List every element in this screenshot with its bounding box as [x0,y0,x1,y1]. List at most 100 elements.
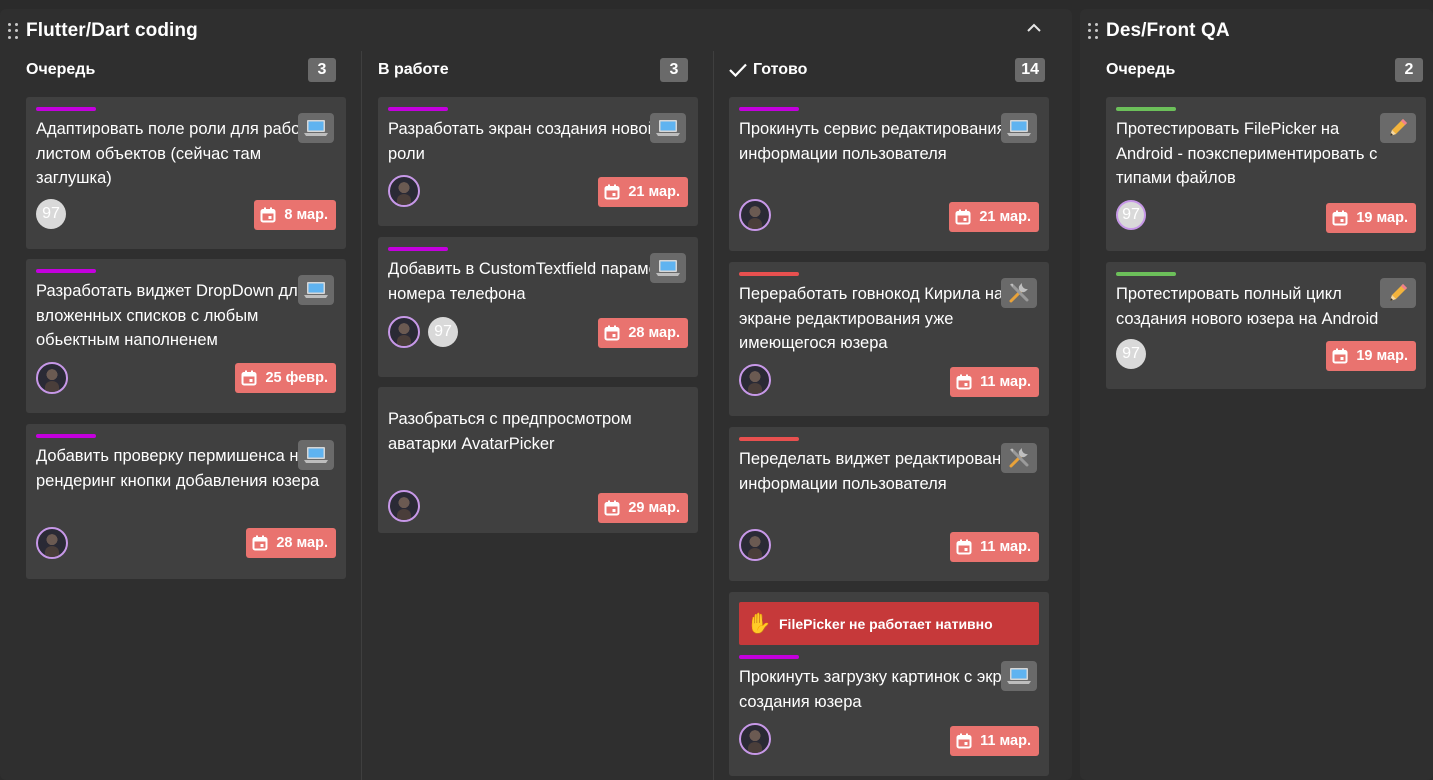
avatar[interactable] [388,490,420,522]
column-title: Очередь [26,61,96,78]
avatar[interactable] [739,529,771,561]
tools-icon [1001,278,1037,308]
calendar-icon [604,184,620,200]
task-card[interactable]: Адаптировать поле роли для работы с лист… [26,97,346,249]
label-tag [36,269,96,273]
column-title: Готово [753,61,808,78]
due-date-badge[interactable]: 8 мар. [254,200,336,230]
checkmark-icon [729,63,747,77]
due-date: 28 мар. [628,325,680,341]
due-date-badge[interactable]: 28 мар. [598,318,688,348]
card-title: Протестировать полный цикл создания ново… [1116,285,1379,328]
avatar[interactable] [739,199,771,231]
raised-hand-icon: ✋ [746,613,772,635]
task-card[interactable]: Добавить проверку пермишенса на рендерин… [26,424,346,579]
blocker-banner: ✋ FilePicker не работает нативно [739,602,1039,645]
column-count-badge: 3 [308,58,336,82]
card-title: Прокинуть сервис редактирования информац… [739,120,1006,163]
task-card[interactable]: Разобраться с предпросмотром аватарки Av… [378,387,698,533]
calendar-icon [955,209,971,225]
column-count-badge: 2 [1395,58,1423,82]
laptop-icon [1001,113,1037,143]
card-title: Переработать говнокод Кирила на экране р… [739,285,1004,352]
label-tag [388,107,448,111]
due-date: 11 мар. [980,539,1031,555]
label-tag [1116,272,1176,276]
column-done: Готово 14 Прокинуть сервис редактировани… [703,9,1072,780]
card-title: Прокинуть загрузку картинок с экрана соз… [739,668,1030,711]
calendar-icon [1332,210,1348,226]
due-date: 19 мар. [1356,348,1408,364]
assignee-badge[interactable]: 97 [1116,200,1146,230]
laptop-icon [1001,661,1037,691]
calendar-icon [260,207,276,223]
label-tag [36,107,96,111]
column-header: Очередь 3 [26,58,336,82]
due-date-badge[interactable]: 25 февр. [235,363,336,393]
calendar-icon [241,370,257,386]
column-header: В работе 3 [378,58,688,82]
label-tag [739,272,799,276]
due-date-badge[interactable]: 11 мар. [950,367,1039,397]
avatar[interactable] [739,364,771,396]
label-tag [1116,107,1176,111]
avatar[interactable] [388,316,420,348]
laptop-icon [298,275,334,305]
pencil-icon [1380,278,1416,308]
calendar-icon [956,374,972,390]
due-date-badge[interactable]: 19 мар. [1326,341,1416,371]
due-date: 11 мар. [980,374,1031,390]
laptop-icon [298,440,334,470]
task-card[interactable]: ✋ FilePicker не работает нативно Прокину… [729,592,1049,776]
task-card[interactable]: Переделать виджет редактирования информа… [729,427,1049,581]
calendar-icon [252,535,268,551]
task-card[interactable]: Добавить в CustomTextfield параметр номе… [378,237,698,377]
due-date-badge[interactable]: 19 мар. [1326,203,1416,233]
pencil-icon [1380,113,1416,143]
due-date-badge[interactable]: 28 мар. [246,528,336,558]
column-count-badge: 14 [1015,58,1045,82]
avatar[interactable] [36,362,68,394]
task-card[interactable]: Разработать виджет DropDown для вложенны… [26,259,346,413]
card-title: Добавить проверку пермишенса на рендерин… [36,447,320,490]
calendar-icon [604,500,620,516]
avatar[interactable] [739,723,771,755]
column-title-wrap: Готово [729,61,807,79]
label-tag [739,655,799,659]
column-title: Очередь [1106,61,1176,78]
label-tag [36,434,96,438]
due-date: 28 мар. [276,535,328,551]
due-date-badge[interactable]: 11 мар. [950,532,1039,562]
task-card[interactable]: Разработать экран создания новой роли 21… [378,97,698,226]
card-title: Адаптировать поле роли для работы с лист… [36,120,333,187]
column-in-progress: В работе 3 Разработать экран создания но… [352,9,714,780]
task-card[interactable]: Прокинуть сервис редактирования информац… [729,97,1049,251]
due-date: 19 мар. [1356,210,1408,226]
board-des-front-qa: Des/Front QA Очередь 2 Протестировать Fi… [1080,9,1433,780]
avatar[interactable] [36,527,68,559]
label-tag [739,437,799,441]
due-date: 11 мар. [980,733,1031,749]
due-date-badge[interactable]: 11 мар. [950,726,1039,756]
task-card[interactable]: Протестировать FilePicker на Android - п… [1106,97,1426,251]
due-date-badge[interactable]: 21 мар. [598,177,688,207]
due-date-badge[interactable]: 21 мар. [949,202,1039,232]
card-title: Разработать экран создания новой роли [388,120,657,163]
column-header: Очередь 2 [1106,58,1423,82]
column-count-badge: 3 [660,58,688,82]
blocker-text: FilePicker не работает нативно [779,615,993,632]
column-queue: Очередь 2 Протестировать FilePicker на A… [1080,9,1433,780]
label-tag [739,107,799,111]
task-card[interactable]: Протестировать полный цикл создания ново… [1106,262,1426,389]
laptop-icon [650,113,686,143]
due-date: 21 мар. [979,209,1031,225]
avatar[interactable] [388,175,420,207]
task-card[interactable]: Переработать говнокод Кирила на экране р… [729,262,1049,416]
assignee-badge[interactable]: 97 [428,317,458,347]
card-title: Переделать виджет редактирования информа… [739,450,1020,493]
card-title: Протестировать FilePicker на Android - п… [1116,120,1378,187]
assignee-badge[interactable]: 97 [1116,339,1146,369]
assignee-badge[interactable]: 97 [36,199,66,229]
due-date-badge[interactable]: 29 мар. [598,493,688,523]
due-date: 21 мар. [628,184,680,200]
